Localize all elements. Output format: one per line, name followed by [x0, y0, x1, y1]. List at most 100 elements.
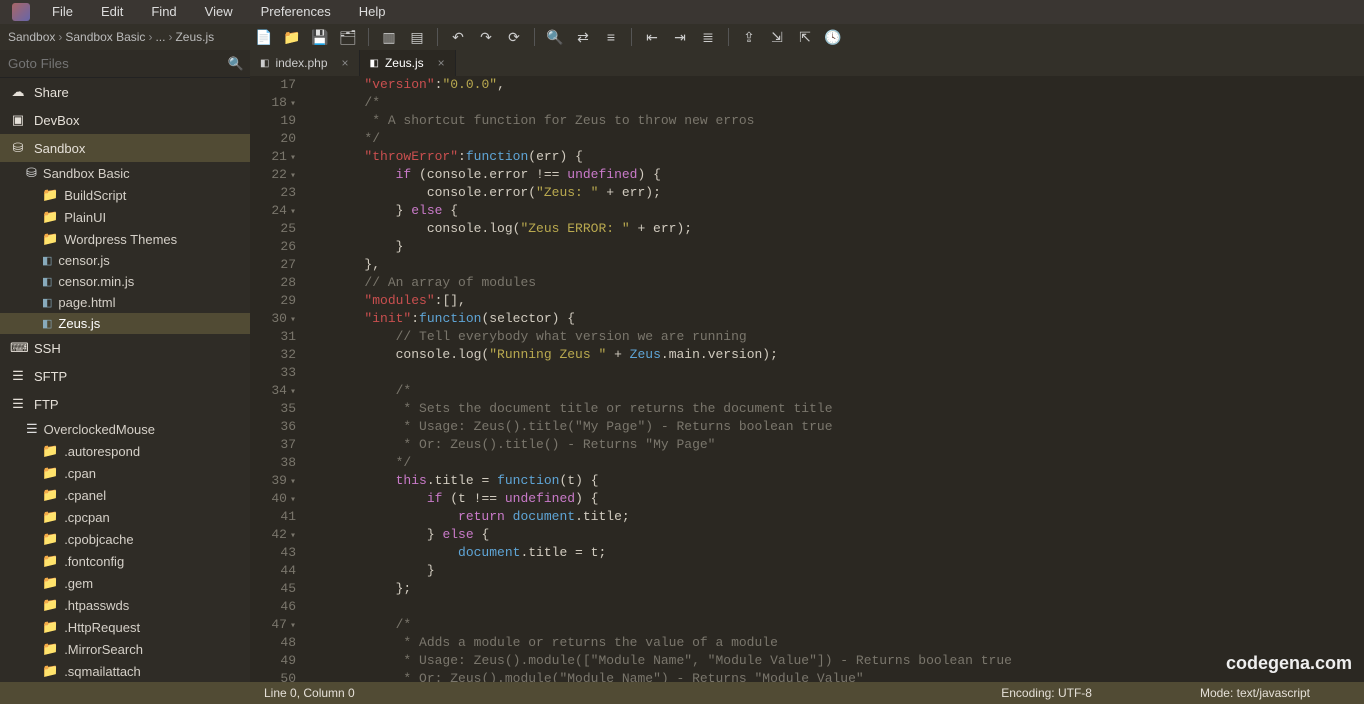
tree-item[interactable]: 📁.cpanel — [0, 484, 250, 506]
editor-tabs: ◧index.php×◧Zeus.js× — [250, 50, 1364, 76]
watermark: codegena.com — [1226, 653, 1352, 674]
split-v-icon[interactable]: ▥ — [375, 29, 403, 46]
file-icon: ◧ — [370, 58, 379, 69]
gutter: 17 18▾19 20 21▾22▾23 24▾25 26 27 28 29 3… — [250, 76, 302, 682]
tree-item[interactable]: 📁.sqmailattach — [0, 660, 250, 682]
tree-item[interactable]: ◧Zeus.js — [0, 313, 250, 334]
drive-icon: ⛁ — [26, 165, 37, 181]
folder-icon: 📁 — [42, 509, 58, 525]
new-folder-icon[interactable]: 📁 — [278, 29, 306, 46]
menu-help[interactable]: Help — [345, 4, 400, 19]
drive-icon: ⛁ — [10, 140, 26, 156]
toolbar-row: Sandbox›Sandbox Basic›...›Zeus.js 📄📁💾🗂 ▥▤… — [0, 24, 1364, 50]
tab-Zeus-js[interactable]: ◧Zeus.js× — [360, 50, 456, 76]
folder-icon: 📁 — [42, 597, 58, 613]
folder-icon: 📁 — [42, 619, 58, 635]
tree-item[interactable]: 📁.autorespond — [0, 440, 250, 462]
split-h-icon[interactable]: ▤ — [403, 29, 431, 46]
breadcrumb-part[interactable]: Zeus.js — [175, 30, 214, 44]
save-all-icon[interactable]: 🗂 — [334, 29, 362, 46]
sidebar-devbox[interactable]: ▣ DevBox — [0, 106, 250, 134]
menu-view[interactable]: View — [191, 4, 247, 19]
tree-item[interactable]: ◧censor.min.js — [0, 271, 250, 292]
tree-item[interactable]: 📁.HttpRequest — [0, 616, 250, 638]
file-icon: ◧ — [42, 275, 52, 288]
share-icon[interactable]: ⇪ — [735, 29, 763, 46]
replace-icon[interactable]: ⇄ — [569, 29, 597, 46]
tree-item[interactable]: 📁.fontconfig — [0, 550, 250, 572]
status-position[interactable]: Line 0, Column 0 — [250, 686, 369, 700]
folder-icon: 📁 — [42, 663, 58, 679]
tree-item[interactable]: ◧censor.js — [0, 250, 250, 271]
save-icon[interactable]: 💾 — [306, 29, 334, 46]
sidebar-ssh[interactable]: ⌨ SSH — [0, 334, 250, 362]
tree-sandbox-basic[interactable]: ⛁Sandbox Basic — [0, 162, 250, 184]
file-icon: ◧ — [42, 254, 52, 267]
breadcrumb-part[interactable]: Sandbox — [8, 30, 55, 44]
goto-files-input[interactable] — [0, 56, 222, 71]
tree-item[interactable]: ◧page.html — [0, 292, 250, 313]
sidebar-sftp-label: SFTP — [34, 369, 67, 384]
menubar: FileEditFindViewPreferencesHelp — [0, 0, 1364, 24]
indent-l-icon[interactable]: ⇤ — [638, 29, 666, 46]
import-icon[interactable]: ⇱ — [791, 29, 819, 46]
undo-icon[interactable]: ↶ — [444, 29, 472, 46]
export-icon[interactable]: ⇲ — [763, 29, 791, 46]
tree-item[interactable]: 📁PlainUI — [0, 206, 250, 228]
sidebar-share-label: Share — [34, 85, 69, 100]
breadcrumb-part[interactable]: ... — [155, 30, 165, 44]
wrap-icon[interactable]: ≣ — [694, 29, 722, 46]
tree-item[interactable]: 📁.cpan — [0, 462, 250, 484]
sidebar-ftp[interactable]: ☰ FTP — [0, 390, 250, 418]
folder-icon: 📁 — [42, 209, 58, 225]
tree-item[interactable]: 📁.cpobjcache — [0, 528, 250, 550]
tree-item[interactable]: 📁.htpasswds — [0, 594, 250, 616]
search-icon[interactable]: 🔍 — [222, 56, 250, 72]
refresh-icon[interactable]: ⟳ — [500, 29, 528, 46]
sidebar-sftp[interactable]: ☰ SFTP — [0, 362, 250, 390]
status-encoding[interactable]: Encoding: UTF-8 — [987, 686, 1106, 700]
menu-file[interactable]: File — [38, 4, 87, 19]
box-icon: ▣ — [10, 112, 26, 128]
folder-icon: 📁 — [42, 553, 58, 569]
cloud-icon: ☁ — [10, 84, 26, 100]
file-icon: ◧ — [42, 317, 52, 330]
tree-item[interactable]: 📁.MirrorSearch — [0, 638, 250, 660]
tree-item[interactable]: 📁.cpcpan — [0, 506, 250, 528]
menu-preferences[interactable]: Preferences — [247, 4, 345, 19]
breadcrumb-part[interactable]: Sandbox Basic — [65, 30, 145, 44]
tab-index-php[interactable]: ◧index.php× — [250, 50, 360, 76]
folder-icon: 📁 — [42, 641, 58, 657]
new-file-icon[interactable]: 📄 — [250, 29, 278, 46]
breadcrumbs[interactable]: Sandbox›Sandbox Basic›...›Zeus.js — [0, 30, 250, 44]
status-mode[interactable]: Mode: text/javascript — [1186, 686, 1324, 700]
menu-edit[interactable]: Edit — [87, 4, 137, 19]
file-icon: ◧ — [42, 296, 52, 309]
app-logo — [12, 3, 30, 21]
sidebar-sandbox[interactable]: ⛁ Sandbox — [0, 134, 250, 162]
sidebar: 🔍 ☁ Share ▣ DevBox ⛁ Sandbox ⛁Sandbox Ba… — [0, 50, 250, 682]
code-content[interactable]: "version":"0.0.0", /* * A shortcut funct… — [302, 76, 1364, 682]
goto-icon[interactable]: ≡ — [597, 29, 625, 45]
indent-r-icon[interactable]: ⇥ — [666, 29, 694, 46]
folder-icon: 📁 — [42, 531, 58, 547]
tree-item[interactable]: 📁Wordpress Themes — [0, 228, 250, 250]
search-icon[interactable]: 🔍 — [541, 29, 569, 46]
folder-icon: 📁 — [42, 187, 58, 203]
statusbar: Line 0, Column 0 Encoding: UTF-8 Mode: t… — [0, 682, 1364, 704]
tree-item[interactable]: 📁BuildScript — [0, 184, 250, 206]
menu-find[interactable]: Find — [137, 4, 190, 19]
folder-icon: 📁 — [42, 487, 58, 503]
sidebar-sandbox-label: Sandbox — [34, 141, 85, 156]
redo-icon[interactable]: ↷ — [472, 29, 500, 46]
toolbar-icons: 📄📁💾🗂 ▥▤ ↶↷⟳ 🔍⇄≡ ⇤⇥≣ ⇪⇲⇱🕓 — [250, 24, 847, 50]
sidebar-share[interactable]: ☁ Share — [0, 78, 250, 106]
history-icon[interactable]: 🕓 — [819, 29, 847, 46]
tree-item[interactable]: 📁.gem — [0, 572, 250, 594]
ftp-host[interactable]: ☰OverclockedMouse — [0, 418, 250, 440]
code-area[interactable]: 17 18▾19 20 21▾22▾23 24▾25 26 27 28 29 3… — [250, 76, 1364, 682]
sidebar-devbox-label: DevBox — [34, 113, 80, 128]
sidebar-ftp-label: FTP — [34, 397, 59, 412]
close-icon[interactable]: × — [342, 56, 349, 70]
close-icon[interactable]: × — [438, 56, 445, 70]
